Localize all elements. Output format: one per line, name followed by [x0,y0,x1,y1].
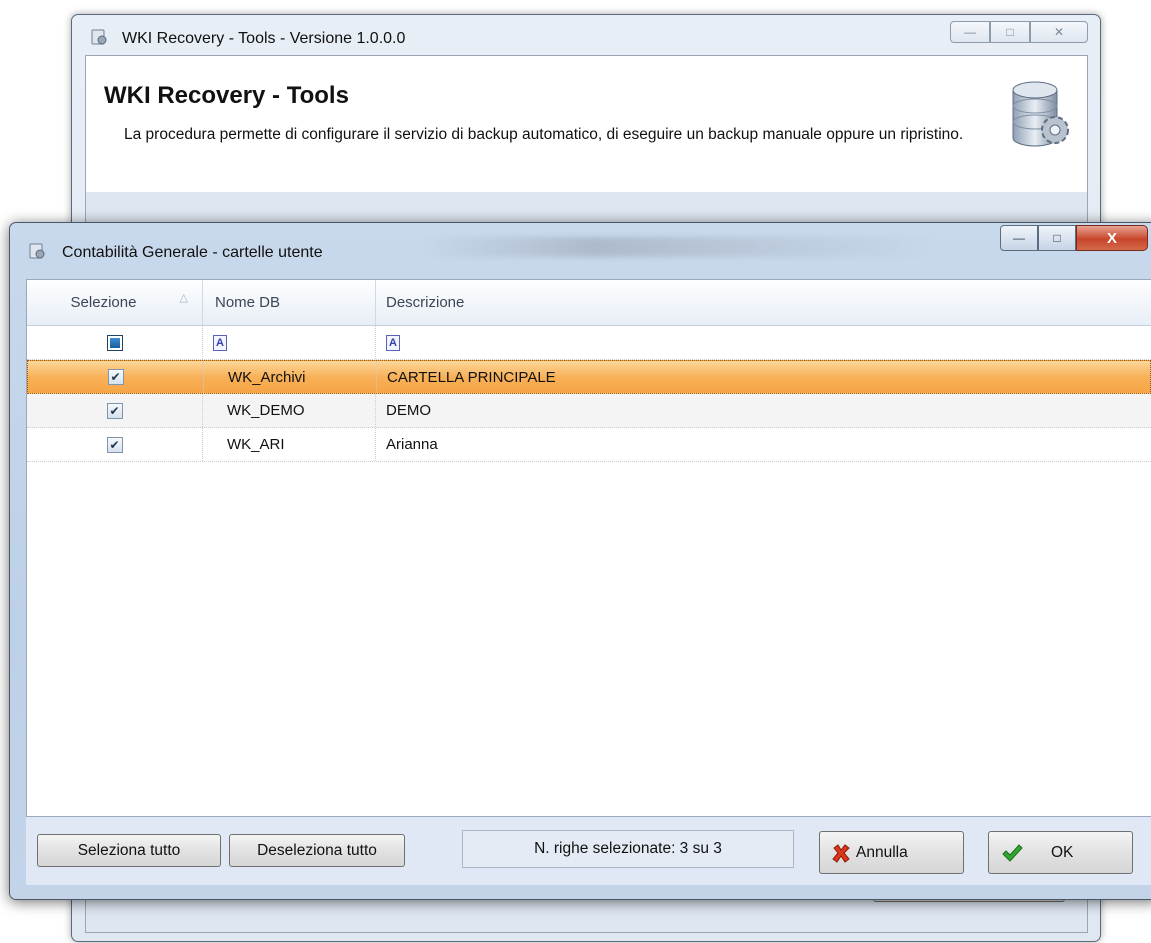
table-row[interactable]: ✔ WK_DEMO DEMO [27,394,1151,428]
db-name-cell: WK_DEMO [203,394,376,427]
title-blur [420,237,940,257]
description-cell: CARTELLA PRINCIPALE [387,368,556,386]
selected-rows-status: N. righe selezionate: 3 su 3 [462,830,794,868]
dialog-titlebar: Contabilità Generale - cartelle utente —… [10,223,1151,275]
page-title: WKI Recovery - Tools [104,82,349,109]
column-header-label: Selezione [70,294,137,311]
table-row[interactable]: ✔ WK_ARI Arianna [27,428,1151,462]
user-folders-dialog: Contabilità Generale - cartelle utente —… [9,222,1151,900]
background-window-controls: — □ ✕ [950,21,1088,43]
maximize-button[interactable]: □ [1038,225,1076,251]
row-checkbox[interactable]: ✔ [106,402,123,419]
dialog-title: Contabilità Generale - cartelle utente [62,244,323,261]
minimize-button[interactable]: — [950,21,990,43]
column-header-descrizione[interactable]: Descrizione [376,280,1151,325]
background-header: WKI Recovery - Tools La procedura permet… [86,56,1087,192]
minimize-button[interactable]: — [1000,225,1038,251]
filter-cell-nome-db: A [203,326,376,359]
table-row[interactable]: ✔ WK_Archivi CARTELLA PRINCIPALE [27,360,1151,394]
selection-cell: ✔ [27,428,203,461]
maximize-button[interactable]: □ [990,21,1030,43]
ok-label: OK [1051,843,1074,861]
close-button[interactable]: ✕ [1030,21,1088,43]
red-x-icon [832,843,850,863]
description-cell: DEMO [386,402,431,419]
sort-ascending-icon: △ [179,292,188,304]
select-all-checkbox[interactable] [106,334,123,351]
description-cell: Arianna [386,436,438,453]
column-header-label: Descrizione [386,294,465,311]
grid-header: Selezione △ Nome DB Descrizione [27,280,1151,326]
column-header-label: Nome DB [215,294,281,311]
text-filter-icon[interactable]: A [386,334,400,351]
folders-grid: Selezione △ Nome DB Descrizione A A ✔ WK… [26,279,1151,817]
column-header-nome-db[interactable]: Nome DB [203,280,376,325]
deselect-all-button[interactable]: Deseleziona tutto [229,834,405,867]
green-check-icon [1002,843,1023,862]
filter-row: A A [27,326,1151,360]
page-description: La procedura permette di configurare il … [124,126,964,143]
dialog-content: Selezione △ Nome DB Descrizione A A ✔ WK… [26,279,1151,885]
ok-button[interactable]: OK [988,831,1133,874]
db-name-cell: WK_Archivi [204,361,377,393]
filter-cell-selezione [27,326,203,359]
app-icon [29,243,45,259]
filter-cell-descrizione: A [376,326,1151,359]
selection-cell: ✔ [27,394,203,427]
row-checkbox[interactable]: ✔ [107,369,124,385]
db-name-cell: WK_ARI [203,428,376,461]
background-titlebar: WKI Recovery - Tools - Versione 1.0.0.0 … [72,15,1100,55]
text-filter-icon[interactable]: A [213,334,227,351]
select-all-button[interactable]: Seleziona tutto [37,834,221,867]
close-button[interactable]: X [1076,225,1148,251]
app-icon [91,29,107,45]
column-header-selezione[interactable]: Selezione △ [27,280,203,325]
cancel-button[interactable]: Annulla [819,831,964,874]
row-checkbox[interactable]: ✔ [106,436,123,453]
selection-cell: ✔ [28,361,204,393]
database-gear-icon [1012,81,1069,147]
background-window-title: WKI Recovery - Tools - Versione 1.0.0.0 [122,30,406,47]
cancel-label: Annulla [856,843,908,861]
dialog-window-controls: — □ X [1000,225,1148,251]
